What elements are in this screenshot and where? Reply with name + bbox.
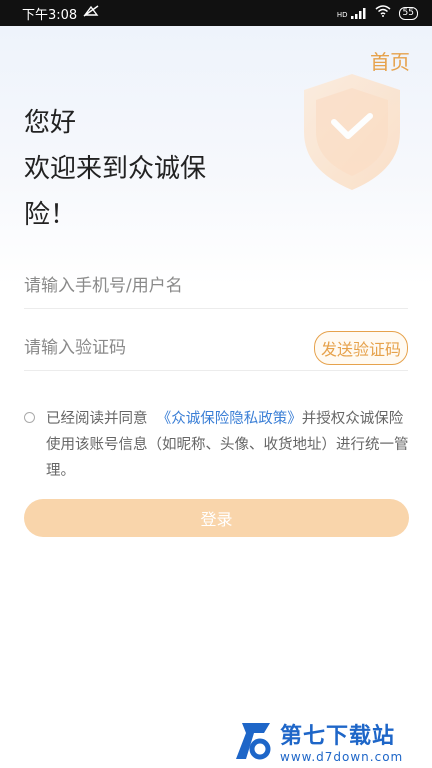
watermark-url: www.d7down.com [280, 750, 404, 764]
watermark: 第七下载站 www.d7down.com [234, 716, 430, 766]
send-code-button[interactable]: 发送验证码 [313, 331, 408, 365]
wifi-icon [375, 5, 391, 21]
greeting-line-3: 险！ [24, 200, 77, 230]
login-button[interactable]: 登录 [24, 499, 409, 537]
code-field: 发送验证码 [24, 326, 408, 371]
phone-input[interactable] [24, 276, 408, 296]
watermark-text: 第七下载站 www.d7down.com [280, 718, 403, 764]
status-bar: 下午3:08 HD 55 [0, 0, 432, 26]
battery-icon: 55 [398, 6, 418, 20]
code-input[interactable] [24, 338, 314, 358]
network-type: HD [336, 10, 348, 19]
shield-icon [292, 66, 412, 196]
agreement-text: 已经阅读并同意 《众诚保险隐私政策》并授权众诚保险使用该账号信息（如昵称、头像、… [24, 406, 414, 484]
status-right: HD 55 [337, 5, 418, 21]
greeting-line-1: 您好 [24, 108, 77, 138]
greeting-line-2: 欢迎来到众诚保 [24, 154, 207, 184]
notification-muted-icon [83, 5, 99, 21]
greeting: 您好 欢迎来到众诚保 险！ [24, 100, 264, 238]
agreement-body: 已经阅读并同意 《众诚保险隐私政策》并授权众诚保险使用该账号信息（如昵称、头像、… [24, 406, 414, 484]
battery-level: 55 [402, 7, 414, 18]
home-link[interactable]: 首页 [370, 46, 410, 75]
agreement-prefix: 已经阅读并同意 [46, 411, 148, 427]
status-left: 下午3:08 [22, 4, 99, 23]
watermark-title: 第七下载站 [280, 724, 396, 749]
signal-icon: HD [336, 7, 367, 19]
privacy-policy-link[interactable]: 《众诚保险隐私政策》 [157, 411, 302, 427]
watermark-logo-icon [234, 719, 274, 763]
phone-field [24, 264, 408, 309]
status-time: 下午3:08 [22, 7, 78, 23]
